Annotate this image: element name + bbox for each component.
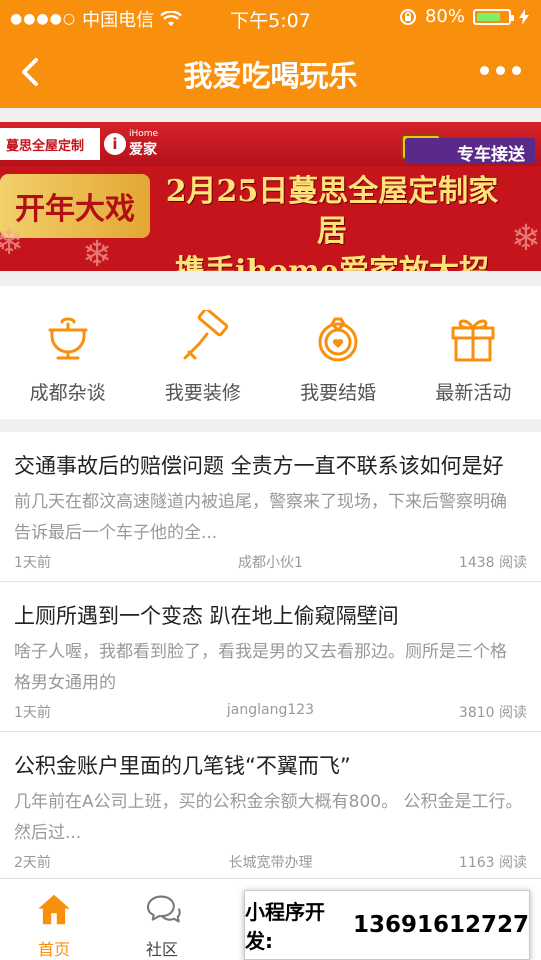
- battery-percent: 80%: [424, 6, 465, 27]
- category-chengdu-talk[interactable]: 成都杂谈: [0, 286, 135, 419]
- post-reads: 1163 阅读: [458, 855, 527, 871]
- post-title: 公积金账户里面的几笔钱“不翼而飞”: [14, 754, 351, 778]
- post-reads: 1438 阅读: [458, 555, 527, 571]
- home-icon: [38, 894, 70, 925]
- snowflake-icon: ❄: [82, 234, 113, 271]
- snowflake-icon: ❄: [0, 222, 25, 263]
- dev-contact-overlay: 小程序开发: 13691612727: [244, 890, 530, 960]
- ring-icon: [318, 317, 358, 362]
- battery-icon: [473, 8, 514, 25]
- post-reads: 3810 阅读: [458, 705, 527, 721]
- post-summary: 几年前在A公司上班，买的公积金余额大概有800。 公积金是工行。 然后过...: [14, 792, 523, 843]
- gift-icon: [451, 319, 495, 362]
- teacup-icon: [48, 317, 88, 360]
- promo-banner[interactable]: 蔓思全屋定制 i iHome 爱家 专车接送 开年大戏 2月25日蔓思全屋定制家居…: [0, 122, 541, 271]
- more-options-icon[interactable]: [480, 66, 521, 75]
- category-events[interactable]: 最新活动: [406, 286, 541, 419]
- page-title: 我爱吃喝玩乐: [183, 59, 358, 93]
- category-grid: 成都杂谈 我要装修 我要结婚 最新活动: [0, 286, 541, 419]
- paint-roller-icon: [183, 310, 229, 360]
- ihome-logo-icon: i: [104, 133, 126, 155]
- post-summary: 啥子人喔，我都看到脸了，看我是男的又去看那边。厕所是三个格格男女通用的: [14, 642, 507, 693]
- post-author: 成都小伙1: [238, 555, 303, 571]
- banner-headline: 2月25日蔓思全屋定制家居 携手ihome爱家放大招: [165, 174, 499, 271]
- category-renovation[interactable]: 我要装修: [135, 286, 270, 419]
- list-item[interactable]: 公积金账户里面的几笔钱“不翼而飞” 几年前在A公司上班，买的公积金余额大概有80…: [0, 732, 541, 882]
- post-summary: 前几天在都汶高速隧道内被追尾，警察来了现场，下来后警察明确告诉最后一个车子他的全…: [14, 492, 507, 543]
- category-wedding[interactable]: 我要结婚: [271, 286, 406, 419]
- tab-community[interactable]: 社区: [108, 879, 216, 960]
- overlay-phone: 13691612727: [352, 912, 529, 938]
- rotation-lock-icon: [399, 8, 416, 25]
- overlay-label: 小程序开发:: [245, 900, 325, 953]
- list-item[interactable]: 交通事故后的赔偿问题 全责方一直不联系该如何是好 前几天在都汶高速隧道内被追尾，…: [0, 432, 541, 582]
- post-author: 长城宽带办理: [228, 855, 313, 871]
- tab-home[interactable]: 首页: [0, 879, 108, 960]
- chat-bubbles-icon: [147, 895, 181, 923]
- charging-icon: [519, 8, 529, 25]
- brand-logo-mansi: 蔓思全屋定制: [0, 128, 100, 160]
- post-title: 交通事故后的赔偿问题 全责方一直不联系该如何是好: [14, 454, 504, 478]
- status-bar: ●●●●○ 中国电信 下午5:07 80%: [0, 0, 541, 36]
- shuttle-badge: 专车接送: [405, 138, 535, 165]
- nav-bar: 我爱吃喝玩乐: [0, 36, 541, 108]
- brand-logo-ihome: i iHome 爱家: [104, 128, 158, 160]
- list-item[interactable]: 上厕所遇到一个变态 趴在地上偷窥隔壁间 啥子人喔，我都看到脸了，看我是男的又去看…: [0, 582, 541, 732]
- post-title: 上厕所遇到一个变态 趴在地上偷窥隔壁间: [14, 604, 399, 628]
- snowflake-icon: ❄: [510, 218, 541, 259]
- post-author: janglang123: [226, 702, 315, 718]
- post-list: 交通事故后的赔偿问题 全责方一直不联系该如何是好 前几天在都汶高速隧道内被追尾，…: [0, 432, 541, 882]
